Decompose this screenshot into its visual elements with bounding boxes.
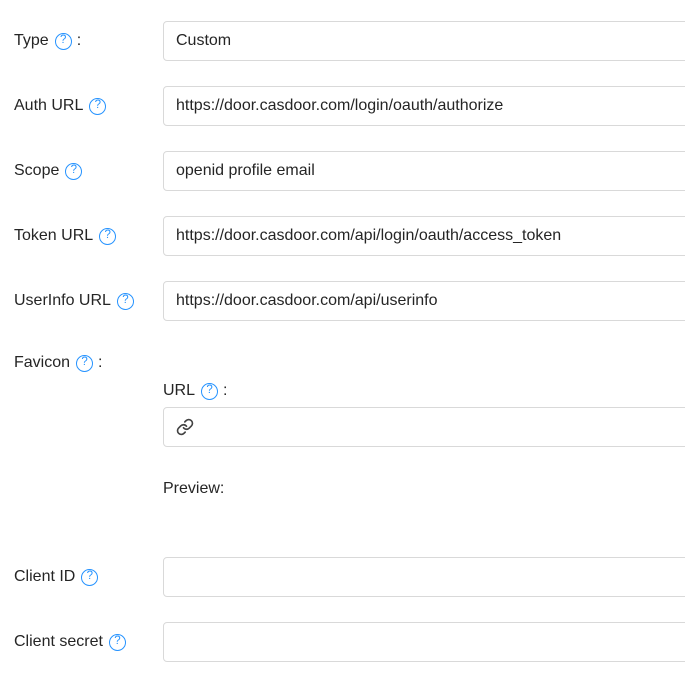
client-id-label-text: Client ID — [14, 568, 75, 586]
type-select[interactable] — [163, 21, 685, 61]
form-row-auth-url: Auth URL ? — [0, 86, 685, 126]
type-label-text: Type — [14, 32, 49, 50]
client-secret-label-text: Client secret — [14, 633, 103, 651]
form-row-client-secret: Client secret ? — [0, 622, 685, 662]
favicon-preview-area — [163, 501, 685, 532]
token-url-label: Token URL ? — [0, 227, 163, 245]
auth-url-label-text: Auth URL — [14, 97, 83, 115]
favicon-url-field — [163, 407, 685, 447]
client-id-input[interactable] — [163, 557, 685, 597]
favicon-preview-label: Preview: — [163, 477, 685, 501]
scope-control — [163, 151, 685, 191]
userinfo-url-input[interactable] — [163, 281, 685, 321]
userinfo-url-label: UserInfo URL ? — [0, 292, 163, 310]
form-row-favicon: Favicon ? : URL ? : — [0, 346, 685, 532]
help-icon[interactable]: ? — [201, 383, 218, 400]
scope-input[interactable] — [163, 151, 685, 191]
provider-edit-form: Type ? : Auth URL ? Scope ? — [0, 0, 685, 676]
scope-label: Scope ? — [0, 162, 163, 180]
type-control — [163, 21, 685, 61]
userinfo-url-control — [163, 281, 685, 321]
favicon-control: URL ? : Preview: — [163, 346, 685, 532]
type-label: Type ? : — [0, 32, 163, 50]
client-secret-control — [163, 622, 685, 662]
auth-url-control — [163, 86, 685, 126]
form-row-client-id: Client ID ? — [0, 557, 685, 597]
token-url-control — [163, 216, 685, 256]
form-row-type: Type ? : — [0, 21, 685, 61]
colon: : — [223, 379, 227, 403]
client-secret-input[interactable] — [163, 622, 685, 662]
form-row-scope: Scope ? — [0, 151, 685, 191]
help-icon[interactable]: ? — [99, 228, 116, 245]
auth-url-label: Auth URL ? — [0, 97, 163, 115]
client-id-label: Client ID ? — [0, 568, 163, 586]
auth-url-input[interactable] — [163, 86, 685, 126]
link-icon — [176, 418, 194, 436]
token-url-input[interactable] — [163, 216, 685, 256]
help-icon[interactable]: ? — [76, 355, 93, 372]
help-icon[interactable]: ? — [89, 98, 106, 115]
form: Type ? : Auth URL ? Scope ? — [0, 0, 685, 662]
favicon-url-label: URL ? : — [163, 379, 685, 403]
userinfo-url-label-text: UserInfo URL — [14, 292, 111, 310]
token-url-label-text: Token URL — [14, 227, 93, 245]
colon: : — [77, 32, 81, 50]
client-secret-label: Client secret ? — [0, 633, 163, 651]
help-icon[interactable]: ? — [81, 569, 98, 586]
form-row-token-url: Token URL ? — [0, 216, 685, 256]
favicon-label-text: Favicon — [14, 354, 70, 372]
help-icon[interactable]: ? — [117, 293, 134, 310]
help-icon[interactable]: ? — [109, 634, 126, 651]
help-icon[interactable]: ? — [55, 33, 72, 50]
help-icon[interactable]: ? — [65, 163, 82, 180]
client-id-control — [163, 557, 685, 597]
scope-label-text: Scope — [14, 162, 59, 180]
favicon-label: Favicon ? : — [0, 346, 163, 372]
form-row-userinfo-url: UserInfo URL ? — [0, 281, 685, 321]
colon: : — [98, 354, 102, 372]
favicon-url-label-text: URL — [163, 379, 195, 403]
favicon-url-input[interactable] — [203, 408, 685, 446]
